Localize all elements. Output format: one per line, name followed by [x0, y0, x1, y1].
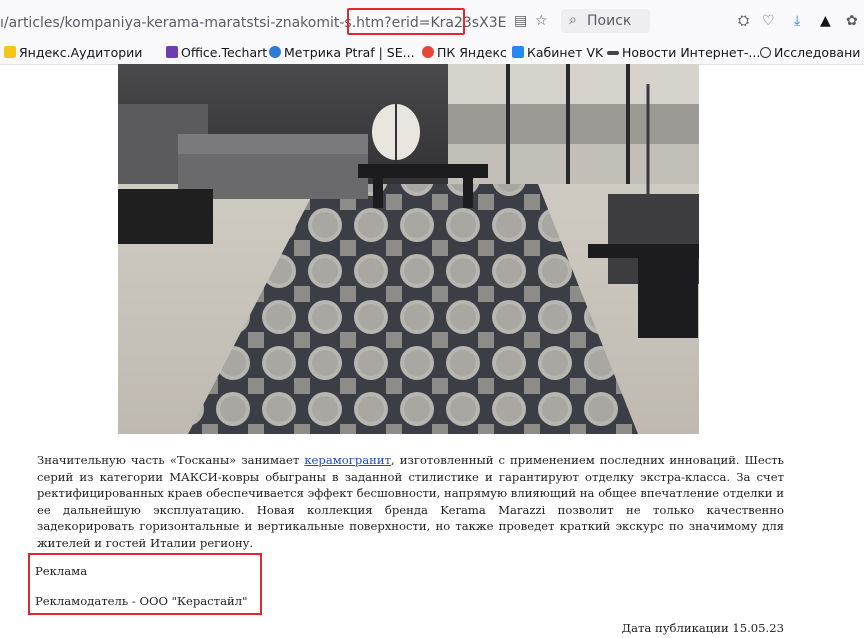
publication-date: Дата публикации 15.05.23 [621, 621, 784, 635]
interior-photo [118, 64, 699, 434]
extension-icon[interactable]: ▲ [820, 14, 831, 28]
yandex-pc-icon [422, 46, 434, 58]
bookmark-office-techart[interactable]: Office.Techart [166, 45, 267, 60]
browser-toolbar: ı/articles/kompaniya-kerama-maratstsi-zn… [0, 0, 864, 42]
bookmark-metrika[interactable]: Метрика Ptraf | SE... [269, 45, 415, 60]
bookmark-star-icon[interactable]: ☆ [535, 14, 548, 28]
article-paragraph: Значительную часть «Тосканы» занимает ке… [37, 452, 784, 551]
bookmark-vk-cabinet[interactable]: Кабинет VK [512, 45, 603, 60]
vk-icon [512, 46, 524, 58]
account-icon[interactable]: ⛭ [738, 14, 749, 28]
search-input[interactable]: ⌕ Поиск [561, 9, 650, 33]
bookmark-research[interactable]: Исследовани [760, 45, 860, 60]
advertiser-name: Рекламодатель - ООО "Керастайл" [35, 594, 248, 608]
extensions-more-icon[interactable]: ✿ [846, 14, 858, 28]
bookmark-yandex-pc[interactable]: ПК Яндекс [422, 45, 507, 60]
yandex-audience-icon [4, 46, 16, 58]
research-icon [760, 47, 771, 58]
keramogranit-link[interactable]: керамогранит [304, 453, 391, 467]
article-text-start: Значительную часть «Тосканы» занимает [37, 453, 305, 467]
article-text-end: , изготовленный с применением последних … [37, 453, 784, 550]
reader-view-icon[interactable]: ▤ [514, 14, 527, 28]
bookmark-internet-news[interactable]: Новости Интернет-... [607, 45, 760, 60]
downloads-icon[interactable]: ⤓ [794, 14, 800, 28]
news-icon [607, 51, 619, 55]
bookmarks-bar: Яндекс.Аудитории Office.Techart Метрика … [0, 42, 864, 65]
office-techart-icon [166, 46, 178, 58]
bookmark-yandex-audience[interactable]: Яндекс.Аудитории [4, 45, 142, 60]
search-placeholder: Поиск [587, 13, 632, 29]
search-icon: ⌕ [569, 12, 577, 28]
metrika-icon [269, 46, 281, 58]
pocket-icon[interactable]: ♡ [762, 14, 775, 28]
url-path: ı/articles/kompaniya-kerama-maratstsi-zn… [0, 15, 385, 31]
ad-label: Реклама [35, 564, 88, 578]
erid-highlight-frame [347, 8, 465, 35]
